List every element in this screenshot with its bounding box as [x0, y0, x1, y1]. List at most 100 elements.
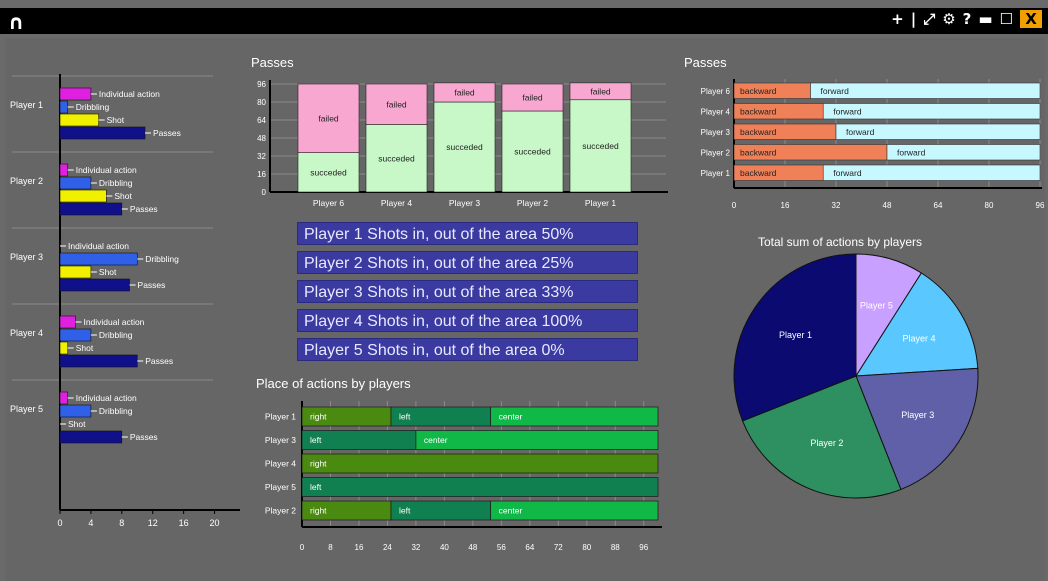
title-bar: ∩ + | ⤢ ⚙? ▬ ☐ X [0, 8, 1048, 34]
x-tick-label: Player 2 [517, 198, 548, 208]
bar [59, 189, 107, 203]
segment-label: succeded [446, 142, 483, 152]
x-tick-label: 48 [883, 201, 892, 210]
category-label: Player 2 [701, 148, 731, 157]
x-tick-label: 88 [611, 543, 620, 552]
x-tick-label: 24 [383, 543, 392, 552]
minimize-icon[interactable]: ▬ [978, 10, 992, 28]
y-tick-label: 0 [262, 188, 267, 197]
slice-label: Player 2 [810, 438, 843, 448]
passes-vertical-chart: Passes 0 16 32 48 64 80 96 succeded failed Player … [251, 55, 668, 208]
y-tick-label: 96 [257, 80, 266, 89]
segment-label: succeded [514, 147, 551, 157]
y-tick-label: 48 [257, 134, 266, 143]
category-label: Player 2 [265, 506, 296, 516]
x-tick-label: 16 [179, 518, 189, 528]
passes-horizontal-chart: Passes 0 16 32 48 64 80 96 Player 6 backward forwa… [684, 55, 1045, 210]
help-icon[interactable]: ? [963, 10, 972, 28]
x-tick-label: 48 [468, 543, 477, 552]
place-of-actions-chart: Place of actions by players 0 8 16 24 32 40 48 5… [256, 376, 662, 552]
resize-icon[interactable]: ⤢ [923, 10, 935, 28]
bar [59, 202, 123, 216]
segment-label: center [424, 435, 448, 445]
x-tick-label: 96 [1036, 201, 1045, 210]
category-label: Player 3 [701, 128, 731, 137]
bar [59, 354, 138, 368]
x-tick-label: 32 [832, 201, 841, 210]
close-icon[interactable]: X [1020, 10, 1042, 28]
x-tick-label: 96 [639, 543, 648, 552]
x-tick-label: 8 [328, 543, 333, 552]
x-tick-label: 64 [934, 201, 943, 210]
category-label: Player 4 [10, 328, 43, 338]
segment-label: left [399, 506, 411, 516]
app-logo: ∩ [8, 10, 25, 34]
total-actions-pie-chart: Total sum of actions by players Player 5 P… [733, 235, 979, 499]
bar-segment [301, 477, 659, 497]
segment-label: left [310, 435, 322, 445]
slice-label: Player 4 [902, 334, 935, 344]
segment-label: failed [590, 86, 611, 96]
pipe-icon[interactable]: | [911, 10, 916, 28]
bar-label: Passes [130, 204, 158, 214]
bar-label: Shot [76, 343, 94, 353]
bar [59, 278, 130, 292]
bar-label: Individual action [76, 393, 137, 403]
x-tick-label: 72 [554, 543, 563, 552]
x-tick-label: 4 [88, 518, 93, 528]
bar-label: Passes [145, 356, 173, 366]
x-tick-label: 16 [355, 543, 364, 552]
bar [59, 315, 76, 329]
bar-label: Dribbling [76, 102, 110, 112]
bar [59, 391, 69, 405]
x-tick-label: 16 [781, 201, 790, 210]
bar-label: Individual action [83, 317, 144, 327]
x-tick-label: Player 1 [585, 198, 616, 208]
segment-label: succeded [582, 141, 619, 151]
slice-label: Player 1 [779, 330, 812, 340]
slice-label: Player 5 [860, 301, 893, 311]
bar-label: Individual action [99, 89, 160, 99]
bar-label: Passes [130, 432, 158, 442]
bar [59, 176, 92, 190]
bar-label: Dribbling [145, 254, 179, 264]
x-tick-label: 8 [119, 518, 124, 528]
category-label: Player 4 [265, 459, 296, 469]
x-tick-label: 80 [985, 201, 994, 210]
chart-title: Passes [251, 55, 294, 70]
y-tick-label: 32 [257, 152, 266, 161]
shots-label-player-2: Player 2 Shots in, out of the area 25% [297, 251, 638, 274]
toolbar: + | ⤢ ⚙? ▬ ☐ X [891, 10, 1042, 28]
bar [59, 404, 92, 418]
category-label: Player 5 [10, 404, 43, 414]
segment-label: right [310, 412, 327, 422]
bar-label: Passes [153, 128, 181, 138]
shots-label-player-3: Player 3 Shots in, out of the area 33% [297, 280, 638, 303]
bar [59, 113, 99, 127]
category-label: Player 1 [701, 169, 731, 178]
x-tick-label: 32 [411, 543, 420, 552]
category-label: Player 6 [701, 87, 731, 96]
shots-label-player-5: Player 5 Shots in, out of the area 0% [297, 338, 638, 361]
bar-label: Individual action [76, 165, 137, 175]
segment-label: backward [740, 147, 777, 157]
category-label: Player 2 [10, 176, 43, 186]
maximize-icon[interactable]: ☐ [1000, 10, 1013, 28]
slice-label: Player 3 [901, 410, 934, 420]
segment-label: backward [740, 127, 777, 137]
segment-label: backward [740, 106, 777, 116]
gear-icon[interactable]: ⚙ [942, 10, 955, 28]
chart-title: Place of actions by players [256, 376, 411, 391]
x-tick-label: 0 [300, 543, 305, 552]
plus-icon[interactable]: + [891, 10, 904, 28]
bar-label: Individual action [68, 241, 129, 251]
bar [59, 100, 69, 114]
bar-segment [415, 430, 659, 450]
segment-label: left [310, 482, 322, 492]
x-tick-label: 0 [732, 201, 737, 210]
segment-label: center [499, 506, 523, 516]
category-label: Player 1 [10, 100, 43, 110]
bar-label: Shot [107, 115, 125, 125]
x-tick-label: 20 [210, 518, 220, 528]
segment-label: center [499, 412, 523, 422]
